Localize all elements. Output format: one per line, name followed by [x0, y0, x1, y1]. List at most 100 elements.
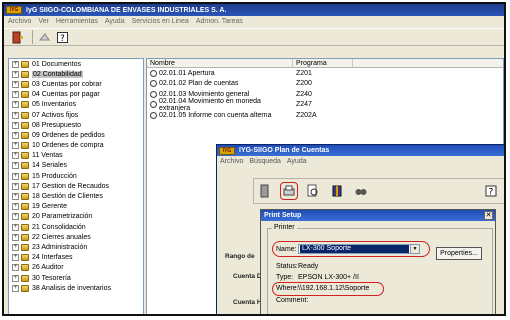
- expand-icon[interactable]: +: [12, 80, 19, 88]
- expand-icon[interactable]: +: [12, 131, 19, 139]
- column-header-nombre[interactable]: Nombre: [147, 59, 293, 67]
- tree-item[interactable]: +14 Seriales: [9, 161, 143, 171]
- folder-icon: [21, 213, 29, 221]
- tree-item[interactable]: +17 Gestion de Recaudos: [9, 181, 143, 191]
- printer-name-select[interactable]: LX-300 Soporte ▼: [298, 244, 420, 254]
- tree-item[interactable]: +38 Analisis de inventarios: [9, 283, 143, 293]
- expand-icon[interactable]: +: [12, 274, 19, 282]
- plan-menu-archivo[interactable]: Archivo: [220, 158, 243, 165]
- tree-item[interactable]: +10 Ordenes de compra: [9, 141, 143, 151]
- module-tree[interactable]: +01 Documentos +02 Contabilidad +03 Cuenta…: [8, 58, 144, 314]
- expand-icon[interactable]: +: [12, 284, 19, 292]
- tree-item[interactable]: +04 Cuentas por pagar: [9, 90, 143, 100]
- expand-icon[interactable]: +: [12, 162, 19, 170]
- list-item-name: 02.01.04 Movimiento en moneda extranjera: [158, 97, 261, 112]
- folder-icon: [21, 284, 29, 292]
- expand-icon[interactable]: +: [12, 111, 19, 119]
- comment-row: Comment:: [276, 297, 308, 304]
- tree-item[interactable]: +01 Documentos: [9, 59, 143, 69]
- properties-button[interactable]: Properties...: [436, 247, 482, 260]
- cuenta-hasta-label: Cuenta H: [233, 299, 262, 306]
- tree-item[interactable]: +07 Activos fijos: [9, 110, 143, 120]
- folder-icon: [21, 142, 29, 150]
- program-icon: [150, 80, 157, 88]
- menu-servicios[interactable]: Servicios en Linea: [132, 18, 189, 25]
- tree-item[interactable]: +23 Administración: [9, 242, 143, 252]
- tree-item[interactable]: +24 Interfases: [9, 253, 143, 263]
- plan-menu-busqueda[interactable]: Búsqueda: [249, 158, 281, 165]
- program-icon: [150, 111, 157, 119]
- column-header-programa[interactable]: Programa: [293, 59, 353, 67]
- tree-item-label: 02 Contabilidad: [32, 70, 83, 78]
- help-button[interactable]: ?: [55, 30, 70, 45]
- tree-item[interactable]: +19 Gerente: [9, 202, 143, 212]
- navigate-button[interactable]: [37, 30, 52, 45]
- expand-icon[interactable]: +: [12, 91, 19, 99]
- tree-item[interactable]: +26 Auditor: [9, 263, 143, 273]
- expand-icon[interactable]: +: [12, 264, 19, 272]
- expand-icon[interactable]: +: [12, 193, 19, 201]
- expand-icon[interactable]: +: [12, 152, 19, 160]
- print-button[interactable]: [280, 182, 298, 200]
- tree-item[interactable]: +11 Ventas: [9, 151, 143, 161]
- folder-icon: [21, 172, 29, 180]
- exit-button[interactable]: [10, 30, 25, 45]
- print-setup-titlebar: Print Setup ✕: [261, 210, 495, 221]
- tree-item[interactable]: +21 Consolidación: [9, 222, 143, 232]
- name-label: Name:: [276, 245, 297, 253]
- tree-item[interactable]: +15 Producción: [9, 171, 143, 181]
- list-item-name: 02.01.02 Plan de cuentas: [159, 80, 239, 88]
- list-item[interactable]: 02.01.05 Informe con cuenta alterna Z202A: [147, 110, 503, 121]
- help-button[interactable]: ?: [482, 182, 500, 200]
- plan-menu-ayuda[interactable]: Ayuda: [287, 158, 307, 165]
- menu-archivo[interactable]: Archivo: [8, 18, 31, 25]
- expand-icon[interactable]: +: [12, 254, 19, 262]
- expand-icon[interactable]: +: [12, 172, 19, 180]
- help-icon: ?: [485, 185, 497, 198]
- expand-icon[interactable]: +: [12, 182, 19, 190]
- tree-item[interactable]: +18 Gestión de Clientes: [9, 191, 143, 201]
- tree-item-label: 03 Cuentas por cobrar: [32, 80, 102, 88]
- menu-admon-tareas[interactable]: Admon. Tareas: [196, 18, 243, 25]
- expand-icon[interactable]: +: [12, 203, 19, 211]
- expand-icon[interactable]: +: [12, 101, 19, 109]
- expand-icon[interactable]: +: [12, 223, 19, 231]
- chevron-down-icon[interactable]: ▼: [410, 245, 419, 253]
- list-item[interactable]: 02.01.01 Apertura Z201: [147, 68, 503, 79]
- list-item-name-cell: 02.01.04 Movimiento en moneda extranjera: [147, 98, 293, 112]
- expand-icon[interactable]: +: [12, 213, 19, 221]
- plan-window-logo-icon: IYG: [219, 146, 235, 155]
- tree-item[interactable]: +30 Tesorería: [9, 273, 143, 283]
- folder-icon: [21, 152, 29, 160]
- list-item-program: Z240: [296, 90, 312, 98]
- expand-icon[interactable]: +: [12, 243, 19, 251]
- list-item[interactable]: 02.01.02 Plan de cuentas Z200: [147, 79, 503, 90]
- menu-ayuda[interactable]: Ayuda: [105, 18, 125, 25]
- list-item-name: 02.01.05 Informe con cuenta alterna: [159, 111, 272, 119]
- svg-text:?: ?: [60, 34, 65, 44]
- expand-icon[interactable]: +: [12, 142, 19, 150]
- exit-button[interactable]: [256, 182, 274, 200]
- expand-icon[interactable]: +: [12, 121, 19, 129]
- menu-herramientas[interactable]: Herramientas: [56, 18, 98, 25]
- list-item-name-cell: 02.01.01 Apertura: [147, 69, 293, 77]
- close-button[interactable]: ✕: [484, 211, 493, 220]
- list-item[interactable]: 02.01.04 Movimiento en moneda extranjera…: [147, 98, 503, 112]
- preview-button[interactable]: [304, 182, 322, 200]
- expand-icon[interactable]: +: [12, 70, 19, 78]
- expand-icon[interactable]: +: [12, 60, 19, 68]
- program-icon: [150, 69, 157, 77]
- tree-item[interactable]: +22 Cierres anuales: [9, 232, 143, 242]
- magnifier-icon: [307, 184, 318, 197]
- binoculars-icon: [355, 189, 367, 195]
- tree-item[interactable]: +03 Cuentas por cobrar: [9, 79, 143, 89]
- tree-item[interactable]: +20 Parametrización: [9, 212, 143, 222]
- tree-item[interactable]: +05 Inventarios: [9, 100, 143, 110]
- book-button[interactable]: [328, 182, 346, 200]
- tree-item[interactable]: +08 Presupuesto: [9, 120, 143, 130]
- search-button[interactable]: [352, 182, 370, 200]
- tree-item[interactable]: +02 Contabilidad: [9, 69, 143, 79]
- tree-item[interactable]: +09 Ordenes de pedidos: [9, 130, 143, 140]
- menu-ver[interactable]: Ver: [38, 18, 49, 25]
- expand-icon[interactable]: +: [12, 233, 19, 241]
